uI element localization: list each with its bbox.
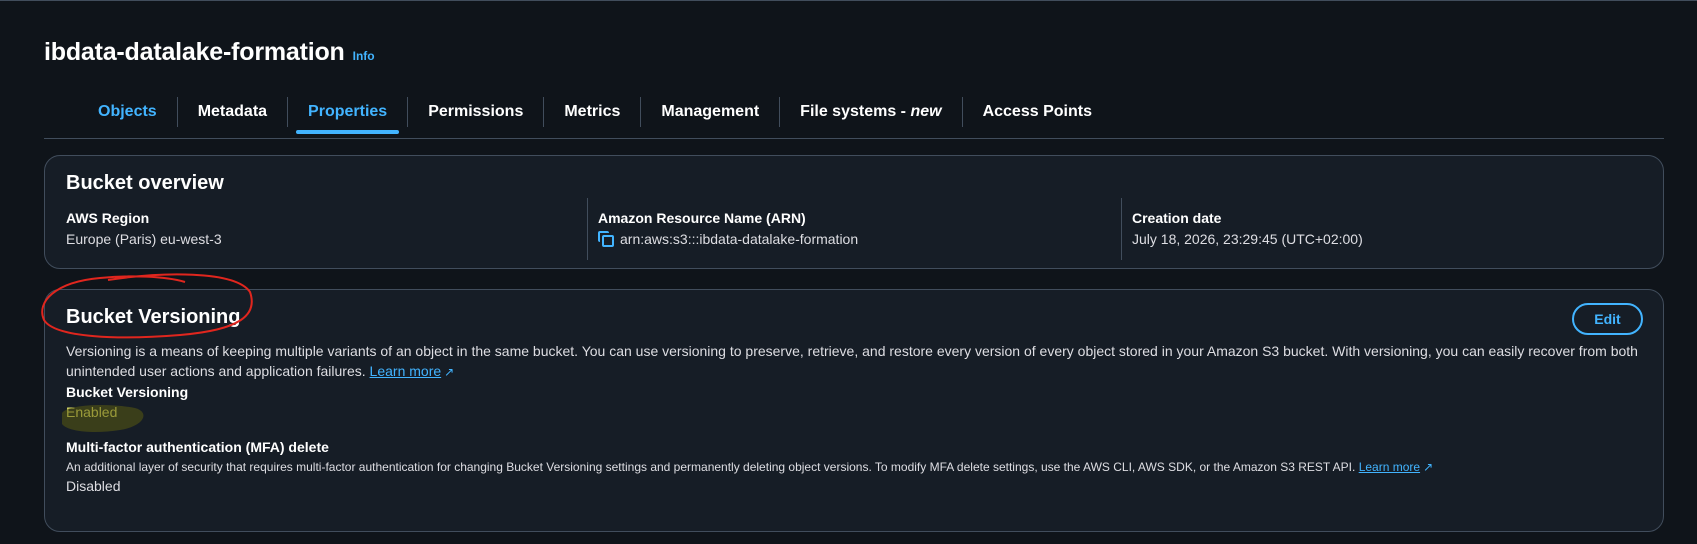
column-divider: [1121, 198, 1122, 260]
versioning-status-value: Enabled: [66, 404, 118, 420]
arn-value-row: arn:aws:s3:::ibdata-datalake-formation: [598, 231, 858, 247]
page-title: ibdata-datalake-formation: [44, 38, 345, 66]
arn-value: arn:aws:s3:::ibdata-datalake-formation: [620, 231, 859, 247]
new-badge: new: [910, 103, 942, 120]
versioning-description: Versioning is a means of keeping multipl…: [66, 341, 1641, 382]
tab-access-points[interactable]: Access Points: [963, 94, 1112, 130]
tab-metrics[interactable]: Metrics: [544, 94, 640, 130]
edit-button[interactable]: Edit: [1572, 303, 1643, 335]
region-field: AWS Region Europe (Paris) eu-west-3: [66, 210, 222, 270]
mfa-learn-more-link[interactable]: Learn more: [1359, 460, 1420, 474]
tabs-divider: [44, 138, 1664, 139]
region-label: AWS Region: [66, 210, 150, 226]
column-divider: [587, 198, 588, 260]
info-link[interactable]: Info: [353, 49, 375, 63]
tab-bar: Objects Metadata Properties Permissions …: [78, 94, 1112, 134]
versioning-status-field: Bucket Versioning Enabled: [66, 384, 188, 420]
bucket-overview-card: Bucket overview AWS Region Europe (Paris…: [44, 155, 1664, 269]
region-value: Europe (Paris) eu-west-3: [66, 231, 222, 247]
tab-management[interactable]: Management: [641, 94, 779, 130]
creation-date-field: Creation date July 18, 2026, 23:29:45 (U…: [1132, 210, 1363, 270]
tab-file-systems[interactable]: File systems - new: [780, 94, 961, 130]
creation-date-label: Creation date: [1132, 210, 1222, 226]
tab-objects[interactable]: Objects: [78, 94, 177, 130]
bucket-versioning-title: Bucket Versioning: [66, 306, 241, 328]
tab-permissions[interactable]: Permissions: [408, 94, 543, 130]
tab-file-systems-label: File systems -: [800, 103, 911, 120]
external-link-icon: ↗: [444, 365, 455, 379]
bucket-overview-title: Bucket overview: [66, 172, 224, 194]
learn-more-link[interactable]: Learn more: [370, 363, 442, 379]
tab-metadata[interactable]: Metadata: [178, 94, 287, 130]
page-header: ibdata-datalake-formation Info: [44, 38, 375, 67]
external-link-icon: ↗: [1423, 460, 1434, 474]
mfa-delete-label: Multi-factor authentication (MFA) delete: [66, 439, 329, 455]
versioning-description-text: Versioning is a means of keeping multipl…: [66, 343, 1638, 379]
creation-date-value: July 18, 2026, 23:29:45 (UTC+02:00): [1132, 231, 1363, 247]
arn-field: Amazon Resource Name (ARN) arn:aws:s3:::…: [598, 210, 858, 270]
tab-properties[interactable]: Properties: [288, 94, 407, 134]
mfa-delete-description: An additional layer of security that req…: [66, 460, 1641, 474]
mfa-delete-description-text: An additional layer of security that req…: [66, 460, 1356, 474]
versioning-status-label: Bucket Versioning: [66, 384, 189, 400]
bucket-versioning-card: Bucket Versioning Edit Versioning is a m…: [44, 289, 1664, 532]
mfa-delete-value: Disabled: [66, 478, 121, 494]
top-border: [0, 0, 1697, 1]
arn-label: Amazon Resource Name (ARN): [598, 210, 806, 226]
copy-icon[interactable]: [598, 231, 614, 247]
mfa-delete-field: Multi-factor authentication (MFA) delete…: [66, 439, 1641, 494]
